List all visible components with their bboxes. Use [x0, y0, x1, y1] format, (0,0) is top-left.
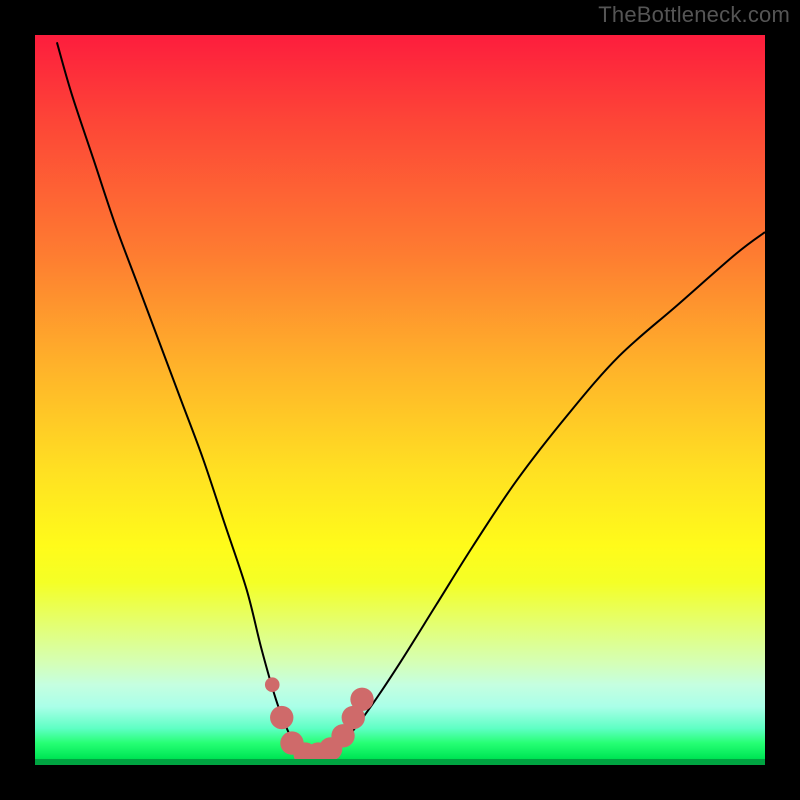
- baseline-band: [35, 759, 765, 765]
- marker-group: [265, 677, 374, 765]
- watermark-text: TheBottleneck.com: [598, 2, 790, 28]
- curve-marker: [350, 688, 373, 711]
- plot-area: [35, 35, 765, 765]
- curve-svg: [35, 35, 765, 765]
- curve-marker: [270, 706, 293, 729]
- chart-container: TheBottleneck.com: [0, 0, 800, 800]
- bottleneck-curve: [57, 42, 765, 758]
- curve-marker: [265, 677, 280, 692]
